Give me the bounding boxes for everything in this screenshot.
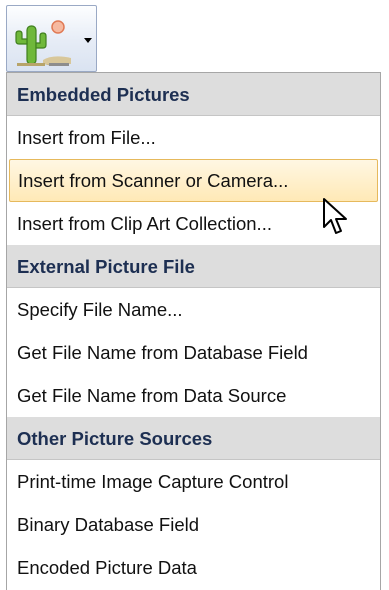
menu-item-insert-from-file[interactable]: Insert from File... bbox=[7, 116, 380, 159]
picture-cactus-icon[interactable] bbox=[13, 14, 73, 68]
menu-item-specify-file-name[interactable]: Specify File Name... bbox=[7, 288, 380, 331]
menu-item-print-time-image-capture-control[interactable]: Print-time Image Capture Control bbox=[7, 460, 380, 503]
picture-menu-screen: Embedded Pictures Insert from File... In… bbox=[0, 0, 389, 590]
menu-item-get-file-name-from-data-source[interactable]: Get File Name from Data Source bbox=[7, 374, 380, 417]
insert-picture-split-button[interactable] bbox=[6, 5, 97, 72]
menu-item-insert-from-clip-art-collection[interactable]: Insert from Clip Art Collection... bbox=[7, 202, 380, 245]
section-header-embedded-pictures: Embedded Pictures bbox=[7, 73, 380, 116]
picture-dropdown-menu: Embedded Pictures Insert from File... In… bbox=[6, 72, 381, 590]
section-header-other-picture-sources: Other Picture Sources bbox=[7, 417, 380, 460]
chevron-down-icon[interactable] bbox=[84, 38, 92, 43]
menu-item-encoded-picture-data[interactable]: Encoded Picture Data bbox=[7, 546, 380, 589]
menu-item-insert-from-scanner-or-camera[interactable]: Insert from Scanner or Camera... bbox=[9, 159, 378, 202]
section-header-external-picture-file: External Picture File bbox=[7, 245, 380, 288]
menu-item-get-file-name-from-database-field[interactable]: Get File Name from Database Field bbox=[7, 331, 380, 374]
menu-item-binary-database-field[interactable]: Binary Database Field bbox=[7, 503, 380, 546]
